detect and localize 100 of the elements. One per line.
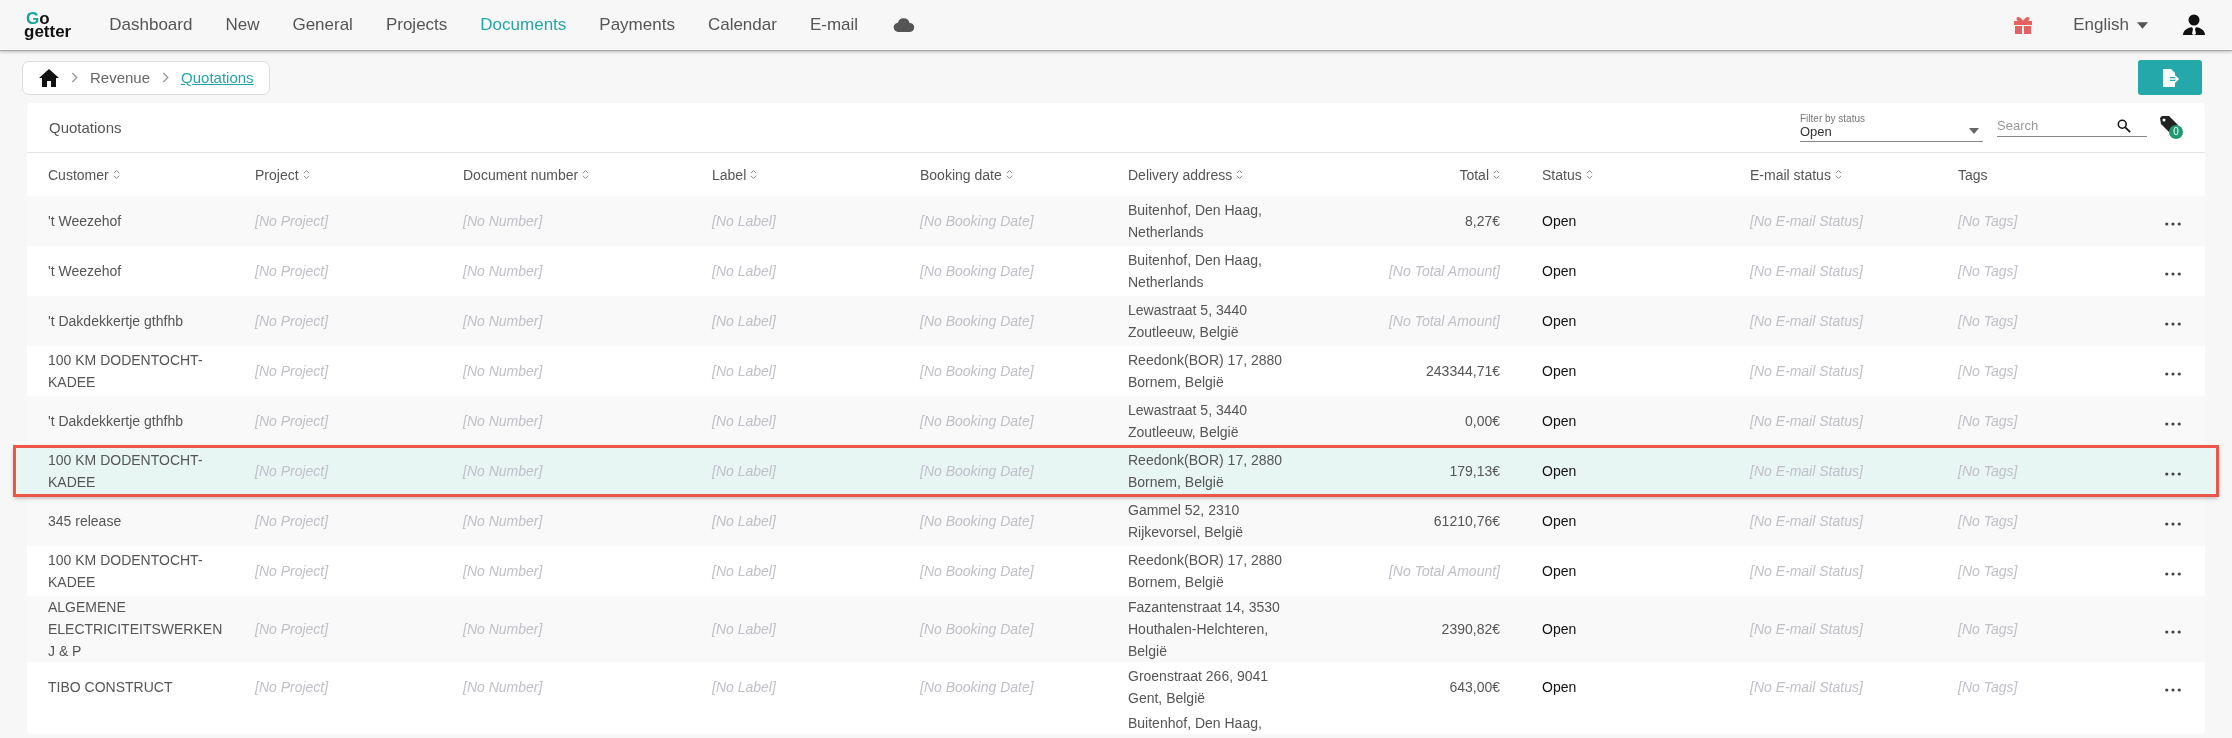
- table-cell-text: Gammel 52, 2310 Rijkevorsel, België: [1128, 501, 1245, 542]
- table-cell-text: 't Weezehof: [48, 212, 123, 231]
- table-row[interactable]: 100 KM DODENTOCHT-KADEE [No Project] [No Number] [No Label] [No Booking Date] Reedonk(BOR) 17, 2880 Bornem, België 243344,71€ Open [No E-mail Status] [No Tags]: [27, 346, 2205, 396]
- table-cell: [No Number]: [463, 621, 543, 637]
- more-options-icon[interactable]: [2165, 272, 2181, 276]
- sort-icon[interactable]: [1585, 169, 1593, 180]
- nav-tab[interactable]: Payments: [599, 15, 675, 35]
- table-cell: [No Booking Date]: [920, 513, 1034, 529]
- table-cell: [No E-mail Status]: [1750, 621, 1863, 637]
- column-header[interactable]: Booking date: [920, 166, 1013, 183]
- sort-icon[interactable]: [1834, 169, 1842, 180]
- table-cell: [No Project]: [255, 679, 329, 695]
- table-cell: 243344,71€: [1426, 363, 1500, 379]
- table-cell-text: 100 KM DODENTOCHT-KADEE: [48, 551, 204, 592]
- column-header[interactable]: E-mail status: [1750, 166, 1842, 183]
- table-cell: [No E-mail Status]: [1750, 213, 1863, 229]
- more-options-icon[interactable]: [2165, 422, 2181, 426]
- table-cell: [No Booking Date]: [920, 363, 1034, 379]
- table-cell: [No Project]: [255, 313, 329, 329]
- table-row[interactable]: 't Dakdekkertje gthfhb [No Project] [No Number] [No Label] [No Booking Date] Lewastraat 5, 3440 Zoutleeuw, België [No Total Amount] Open [No E-mail Status] [No Tags]: [27, 296, 2205, 346]
- breadcrumb-link[interactable]: Revenue: [90, 69, 151, 86]
- table-cell-text: Reedonk(BOR) 17, 2880 Bornem, België: [1128, 351, 1284, 392]
- sort-icon[interactable]: [1005, 169, 1013, 180]
- table-cell: Open: [1542, 313, 1577, 329]
- table-cell: Open: [1542, 213, 1577, 229]
- more-options-icon[interactable]: [2165, 322, 2181, 326]
- table-cell: [No Project]: [255, 413, 329, 429]
- search-icon[interactable]: [2117, 118, 2131, 133]
- language-dropdown[interactable]: English: [2073, 15, 2148, 35]
- table-cell: [No Label]: [712, 413, 776, 429]
- table-row[interactable]: 100 KM DODENTOCHT-KADEE [No Project] [No Number] [No Label] [No Booking Date] Reedonk(BOR) 17, 2880 Bornem, België [No Total Amount] Open [No E-mail Status] [No Tags]: [27, 546, 2205, 596]
- sort-icon[interactable]: [750, 169, 758, 180]
- column-header[interactable]: Document number: [463, 166, 590, 183]
- table-cell: [No E-mail Status]: [1750, 263, 1863, 279]
- table-row[interactable]: 345 release [No Project] [No Number] [No Label] [No Booking Date] Gammel 52, 2310 Rijkevorsel, België 61210,76€ Open [No E-mail Status] [No Tags]: [27, 496, 2205, 546]
- table-cell: [No Label]: [712, 213, 776, 229]
- table-cell: [No Project]: [255, 363, 329, 379]
- table-cell-text: 't Dakdekkertje gthfhb: [48, 412, 184, 431]
- table-cell: [No Tags]: [1958, 513, 2018, 529]
- column-header[interactable]: Tags: [1958, 166, 1988, 183]
- table-row[interactable]: 't Dakdekkertje gthfhb [No Project] [No Number] [No Label] [No Booking Date] Lewastraat 5, 3440 Zoutleeuw, België 0,00€ Open [No E-mail Status] [No Tags]: [27, 396, 2205, 446]
- column-header[interactable]: Project: [255, 166, 310, 183]
- table-row[interactable]: ALGEMENE ELECTRICITEITSWERKEN J & P [No Project] [No Number] [No Label] [No Booking Date] Fazantenstraat 14, 3530 Houthalen-Helchteren, België 2390,82€ Open [No E-mail Status] [No Tags]: [27, 596, 2205, 662]
- table-cell-text: 't Weezehof: [48, 262, 123, 281]
- table-cell: [No Tags]: [1958, 679, 2018, 695]
- search-field[interactable]: Search: [1997, 118, 2117, 133]
- table-cell: [No Number]: [463, 213, 543, 229]
- more-options-icon[interactable]: [2165, 472, 2181, 476]
- more-options-icon[interactable]: [2165, 522, 2181, 526]
- nav-tab[interactable]: General: [292, 15, 353, 35]
- home-icon[interactable]: [39, 68, 59, 87]
- more-options-icon[interactable]: [2165, 630, 2181, 634]
- table-cell: Open: [1542, 563, 1577, 579]
- cloud-icon[interactable]: [893, 17, 916, 33]
- table-cell-text: Groenstraat 266, 9041 Gent, België: [1128, 667, 1270, 708]
- export-button[interactable]: [2138, 60, 2202, 95]
- table-cell: [No Booking Date]: [920, 621, 1034, 637]
- column-header[interactable]: Label: [712, 166, 758, 183]
- more-options-icon[interactable]: [2165, 572, 2181, 576]
- table-row[interactable]: 't Weezehof [No Project] [No Number] [No Label] [No Booking Date] Buitenhof, Den Haag, Netherlands 8,27€ Open [No E-mail Status] [No Tags]: [27, 196, 2205, 246]
- sort-icon[interactable]: [112, 169, 120, 180]
- nav-tab[interactable]: E-mail: [809, 15, 859, 35]
- table-cell: [No Label]: [712, 313, 776, 329]
- table-cell: [No Booking Date]: [920, 413, 1034, 429]
- column-header[interactable]: Total: [1459, 166, 1500, 183]
- user-avatar-icon[interactable]: [2182, 13, 2206, 37]
- table-cell: [No Booking Date]: [920, 313, 1034, 329]
- table-cell-text: 100 KM DODENTOCHT-KADEE: [48, 351, 204, 392]
- sort-icon[interactable]: [302, 169, 310, 180]
- column-header[interactable]: Delivery address: [1128, 166, 1244, 183]
- table-cell: 0,00€: [1464, 413, 1500, 429]
- nav-tab[interactable]: Dashboard: [109, 15, 193, 35]
- gift-icon[interactable]: [2013, 15, 2034, 35]
- table-cell-text: Buitenhof, Den Haag, Netherlands: [1128, 201, 1263, 242]
- table-cell: [No Number]: [463, 513, 543, 529]
- table-cell: [No E-mail Status]: [1750, 513, 1863, 529]
- sort-icon[interactable]: [582, 169, 590, 180]
- nav-tab[interactable]: Projects: [385, 15, 448, 35]
- more-options-icon[interactable]: [2165, 222, 2181, 226]
- more-options-icon[interactable]: [2165, 372, 2181, 376]
- status-filter-dropdown[interactable]: Filter by status Open: [1800, 113, 1983, 142]
- more-options-icon[interactable]: [2165, 688, 2181, 692]
- nav-tab[interactable]: New: [225, 15, 260, 35]
- sort-icon[interactable]: [1493, 169, 1500, 180]
- caret-icon: [2137, 21, 2148, 29]
- logo[interactable]: Go getter: [24, 12, 72, 38]
- nav-tab[interactable]: Calendar: [707, 15, 777, 35]
- column-header[interactable]: Status: [1542, 166, 1593, 183]
- table-cell-text: Reedonk(BOR) 17, 2880 Bornem, België: [1128, 451, 1284, 492]
- table-row[interactable]: TIBO CONSTRUCT [No Project] [No Number] [No Label] [No Booking Date] Groenstraat 266, 9041 Gent, België 643,00€ Open [No E-mail Status] [No Tags]: [27, 662, 2205, 712]
- chevron-icon: [71, 72, 78, 83]
- table-cell: [No Tags]: [1958, 563, 2018, 579]
- table-cell: [No Number]: [463, 313, 543, 329]
- sort-icon[interactable]: [1236, 169, 1244, 180]
- table-cell: [No Tags]: [1958, 313, 2018, 329]
- column-header[interactable]: Customer: [48, 166, 120, 183]
- table-row[interactable]: 't Weezehof [No Project] [No Number] [No Label] [No Booking Date] Buitenhof, Den Haag, Netherlands [No Total Amount] Open [No E-mail Status] [No Tags]: [27, 246, 2205, 296]
- table-cell: [No Label]: [712, 621, 776, 637]
- table-cell: Open: [1542, 263, 1577, 279]
- table-cell: [No Number]: [463, 679, 543, 695]
